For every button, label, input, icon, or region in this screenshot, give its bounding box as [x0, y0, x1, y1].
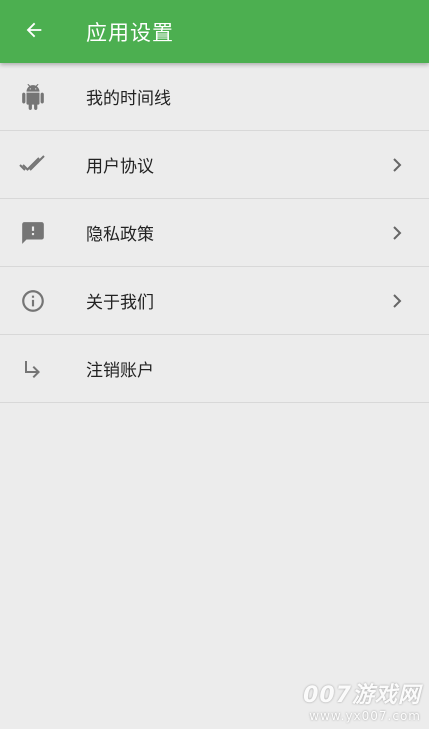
watermark-url: www.yx007.com — [309, 709, 421, 723]
page-title: 应用设置 — [86, 20, 174, 45]
subdirectory-arrow-icon — [18, 354, 48, 384]
menu-item-label: 用户协议 — [86, 157, 154, 177]
double-check-icon — [18, 150, 48, 180]
feedback-icon — [18, 218, 48, 248]
app-bar: 应用设置 — [0, 0, 429, 63]
chevron-right-icon — [389, 157, 405, 173]
chevron-right-icon — [389, 225, 405, 241]
info-icon — [18, 286, 48, 316]
menu-item-about-us[interactable]: 关于我们 — [0, 267, 429, 335]
menu-item-label: 注销账户 — [86, 361, 154, 381]
menu-item-label: 我的时间线 — [86, 89, 171, 109]
arrow-left-icon — [23, 19, 45, 45]
android-icon — [18, 82, 48, 112]
watermark-logo-text: 007游戏网 — [303, 683, 421, 708]
menu-item-label: 关于我们 — [86, 293, 154, 313]
back-button[interactable] — [17, 15, 51, 49]
menu-item-delete-account[interactable]: 注销账户 — [0, 335, 429, 403]
menu-item-privacy-policy[interactable]: 隐私政策 — [0, 199, 429, 267]
settings-list: 我的时间线 用户协议 隐私政策 关于我们 注销账户 — [0, 63, 429, 403]
menu-item-user-agreement[interactable]: 用户协议 — [0, 131, 429, 199]
menu-item-timeline[interactable]: 我的时间线 — [0, 63, 429, 131]
chevron-right-icon — [389, 293, 405, 309]
watermark: 007游戏网 www.yx007.com — [303, 677, 421, 723]
menu-item-label: 隐私政策 — [86, 225, 154, 245]
